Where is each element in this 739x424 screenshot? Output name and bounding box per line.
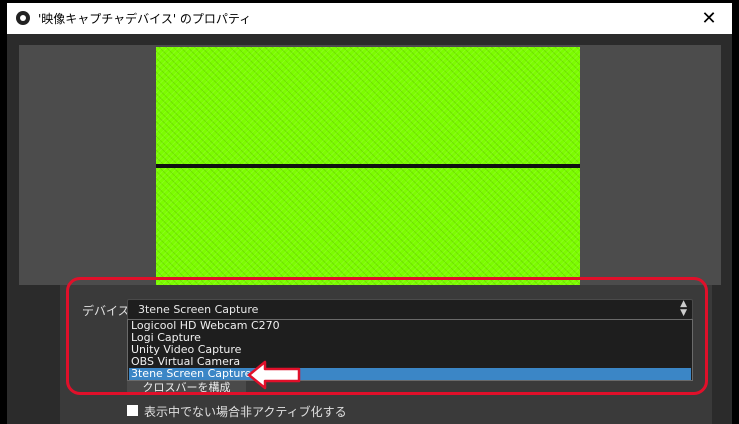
preview-area [19, 45, 721, 285]
dropdown-option-3tene-screen-capture[interactable]: 3tene Screen Capture [129, 368, 691, 380]
device-select[interactable]: 3tene Screen Capture ▲ ▼ [127, 299, 693, 320]
preview-divider [156, 164, 580, 168]
video-preview [156, 47, 580, 285]
device-select-value: 3tene Screen Capture [138, 303, 259, 316]
chevron-up-down-icon: ▲ ▼ [680, 299, 687, 318]
device-label: デバイス [82, 304, 130, 318]
deactivate-checkbox[interactable] [127, 405, 138, 416]
title-bar: '映像キャプチャデバイス' のプロパティ ✕ [7, 3, 732, 34]
deactivate-checkbox-label: 表示中でない場合非アクティブ化する [144, 405, 347, 419]
window-title: '映像キャプチャデバイス' のプロパティ [38, 12, 252, 26]
device-dropdown-list: Logicool HD Webcam C270 Logi Capture Uni… [127, 319, 693, 381]
configure-crossbar-button[interactable]: クロスバーを構成 [127, 381, 246, 395]
obs-logo-icon [16, 11, 30, 25]
close-button[interactable]: ✕ [686, 3, 732, 34]
